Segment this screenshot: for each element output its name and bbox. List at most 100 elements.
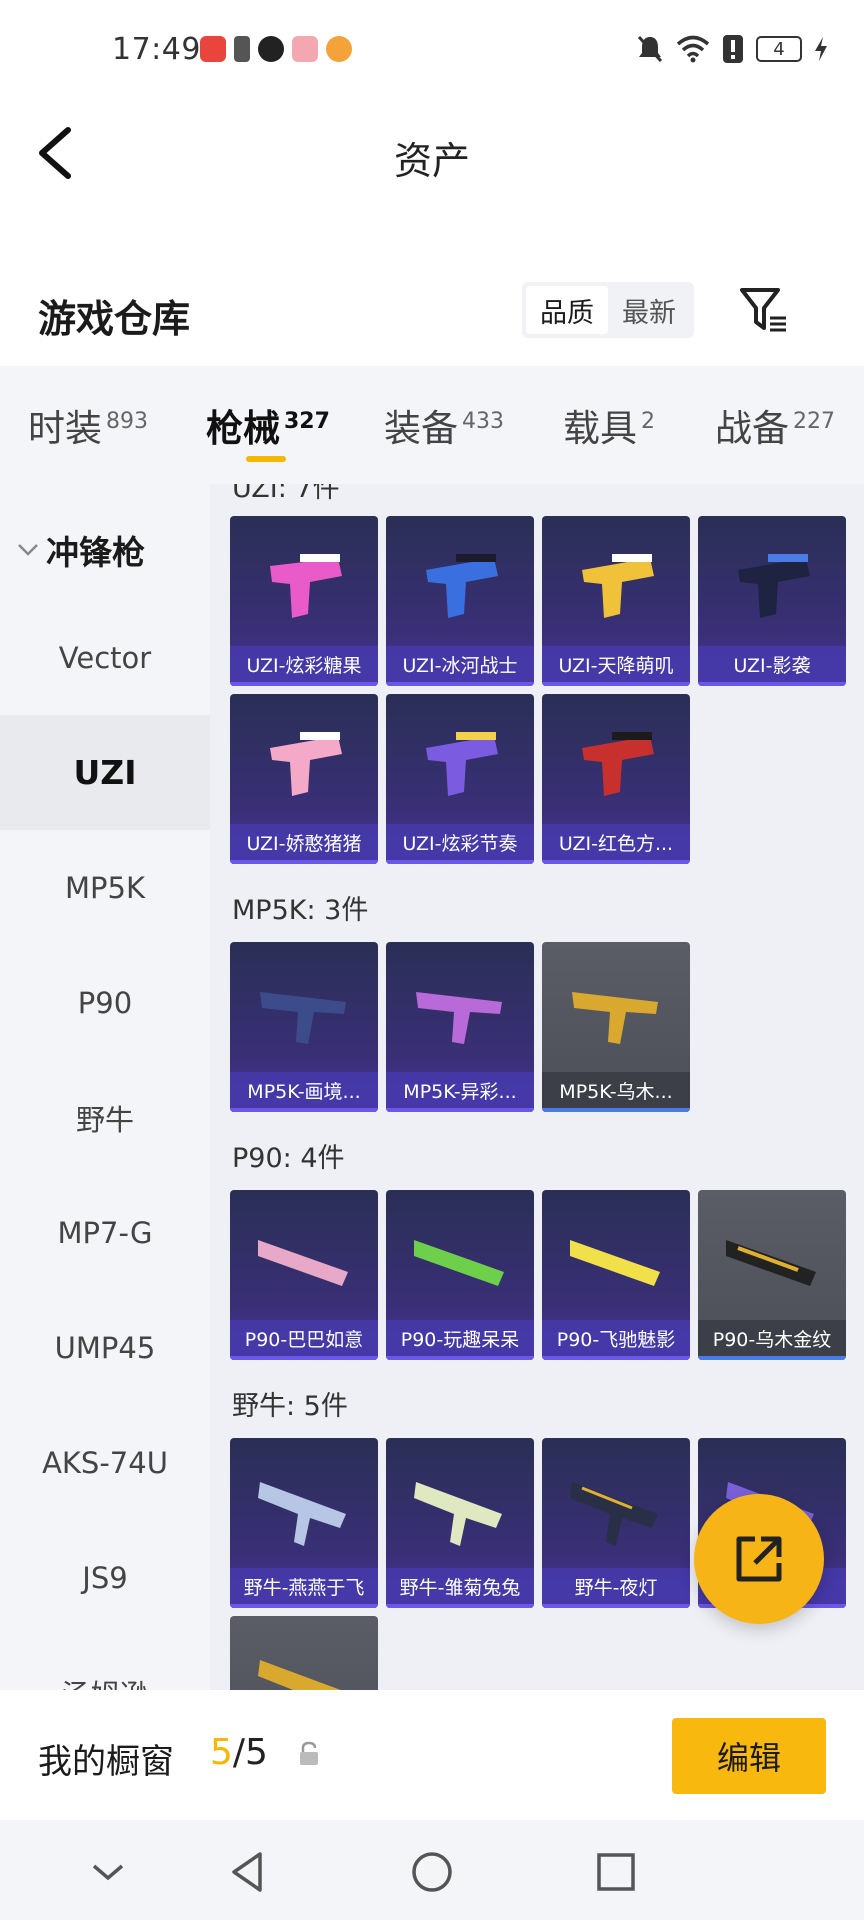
tab-label: 装备 [384,407,458,450]
tab-count: 2 [641,408,655,434]
huawei-app-icon [200,36,226,62]
filter-button[interactable] [738,284,790,336]
skin-name: 野牛-燕燕于飞 [230,1568,378,1608]
weapon-image [572,992,658,1044]
sort-newest-option[interactable]: 最新 [608,286,690,334]
skin-name: P90-乌木金纹 [698,1320,846,1360]
skin-card[interactable]: MP5K-画境... [230,942,378,1112]
showcase-count: 5/5 [210,1732,268,1773]
sort-quality-option[interactable]: 品质 [526,286,608,334]
sidebar-item-bison[interactable]: 野牛 [0,1060,210,1175]
skin-card[interactable]: UZI-天降萌叽 [542,516,690,686]
showcase-label: 我的橱窗 [38,1742,174,1782]
sidebar-group-smg[interactable]: 冲锋枪 [16,526,145,574]
tab-supplies[interactable]: 战备 227 [715,398,835,452]
battery-icon: 4 [756,36,802,62]
weapon-image [426,554,498,618]
alert-icon [723,35,743,63]
weapon-image [582,732,654,796]
sidebar-item-vector[interactable]: Vector [0,600,210,715]
skin-card[interactable]: UZI-红色方... [542,694,690,864]
category-tabs: 时装 893 枪械 327 装备 433 载具 2 战备 227 [0,366,864,484]
system-nav-bar [0,1820,864,1920]
sidebar-item-mp7g[interactable]: MP7-G [0,1175,210,1290]
skin-card[interactable] [230,1616,378,1690]
skin-name: P90-飞驰魅影 [542,1320,690,1360]
tab-count: 893 [106,408,148,434]
skin-card[interactable]: P90-飞驰魅影 [542,1190,690,1360]
skin-card[interactable]: UZI-娇憨猪猪 [230,694,378,864]
skin-card[interactable]: MP5K-乌木... [542,942,690,1112]
battery-saver-icon [234,36,250,62]
chevron-down-icon[interactable] [84,1848,132,1896]
active-tab-indicator [246,456,286,462]
notification-icons [200,36,352,62]
showcase-bar: 我的橱窗 5/5 编辑 [0,1690,864,1820]
sidebar-item-ump45[interactable]: UMP45 [0,1290,210,1405]
weapon-image [738,554,810,618]
skin-card[interactable]: 野牛-燕燕于飞 [230,1438,378,1608]
skin-card[interactable]: UZI-炫彩节奏 [386,694,534,864]
nav-back-icon[interactable] [224,1848,272,1896]
skin-name: P90-巴巴如意 [230,1320,378,1360]
skin-card[interactable]: P90-巴巴如意 [230,1190,378,1360]
sidebar-item-aks74u[interactable]: AKS-74U [0,1405,210,1520]
mute-bell-icon [637,35,663,63]
gift-icon [292,36,318,62]
skin-card[interactable]: P90-玩趣呆呆 [386,1190,534,1360]
group-label-bison: 野牛: 5件 [232,1391,348,1422]
share-button[interactable] [694,1494,824,1624]
skin-name: MP5K-异彩... [386,1072,534,1112]
showcase-current: 5 [210,1732,233,1773]
warehouse-title: 游戏仓库 [38,297,191,341]
weapon-image [570,1240,660,1286]
tab-vehicles[interactable]: 载具 2 [563,398,655,452]
skin-name: 野牛-雏菊兔兔 [386,1568,534,1608]
share-icon [736,1536,782,1582]
tab-fashion[interactable]: 时装 893 [28,398,148,452]
sidebar-item-p90[interactable]: P90 [0,945,210,1060]
nav-home-icon[interactable] [408,1848,456,1896]
qq-icon [258,36,284,62]
tab-label: 战备 [715,407,789,450]
showcase-total: /5 [232,1732,268,1773]
weapon-image [260,992,346,1044]
sidebar-item-js9[interactable]: JS9 [0,1520,210,1635]
skin-name: UZI-天降萌叽 [542,646,690,686]
edit-button[interactable]: 编辑 [672,1718,826,1794]
weapon-image [582,554,654,618]
skin-name: UZI-冰河战士 [386,646,534,686]
sidebar-item-thompson[interactable]: 汤姆逊 [0,1635,210,1691]
group-label-mp5k: MP5K: 3件 [232,895,369,926]
skin-name: MP5K-乌木... [542,1072,690,1112]
status-bar: 17:49 4 [0,0,864,100]
nav-recents-icon[interactable] [592,1848,640,1896]
weapon-image [426,732,498,796]
tab-label: 载具 [563,407,637,450]
tab-weapons[interactable]: 枪械 327 [206,398,330,452]
skin-card[interactable]: 野牛-夜灯 [542,1438,690,1608]
tab-count: 227 [793,408,835,434]
skin-card[interactable]: UZI-冰河战士 [386,516,534,686]
skin-card[interactable]: P90-乌木金纹 [698,1190,846,1360]
wifi-icon [676,35,710,63]
sort-toggle: 品质 最新 [522,282,694,338]
skin-name: UZI-娇憨猪猪 [230,824,378,864]
skin-card[interactable]: UZI-影袭 [698,516,846,686]
sidebar-group-label: 冲锋枪 [46,533,145,572]
weapon-image [258,1240,348,1286]
skin-card[interactable]: 野牛-雏菊兔兔 [386,1438,534,1608]
tab-equipment[interactable]: 装备 433 [384,398,504,452]
skin-card[interactable]: MP5K-异彩... [386,942,534,1112]
page-title: 资产 [393,139,470,183]
sidebar-item-mp5k[interactable]: MP5K [0,830,210,945]
skin-card[interactable]: UZI-炫彩糖果 [230,516,378,686]
filter-icon [740,288,786,332]
sidebar-item-uzi[interactable]: UZI [0,715,210,830]
weapon-image [270,554,342,618]
lock-icon [300,1741,318,1765]
tab-count: 327 [284,408,330,434]
weapon-image [570,1482,658,1546]
skin-name: P90-玩趣呆呆 [386,1320,534,1360]
charging-icon [815,37,827,61]
